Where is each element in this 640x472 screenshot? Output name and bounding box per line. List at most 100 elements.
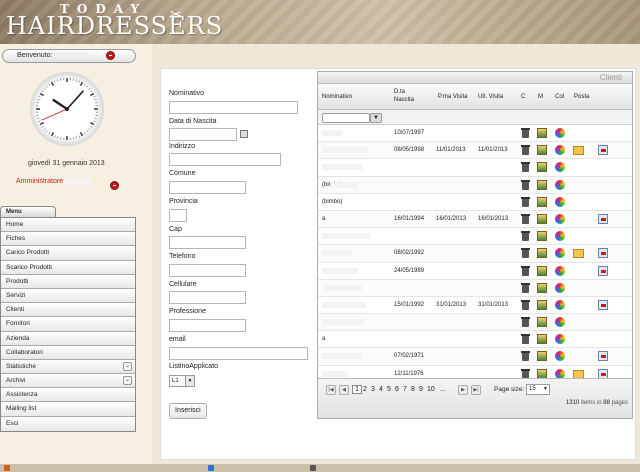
prev-page-icon[interactable]: ◀ [339, 385, 349, 395]
taskbar-app-icon[interactable] [208, 465, 214, 471]
trash-icon[interactable] [521, 282, 530, 293]
color-wheel-icon[interactable] [555, 351, 565, 362]
page-link[interactable]: 3 [371, 386, 375, 393]
sms-icon[interactable] [598, 351, 608, 362]
role-logout-icon[interactable] [110, 181, 119, 190]
table-row[interactable]: 10/07/1997 [318, 125, 632, 143]
color-wheel-icon[interactable] [555, 179, 565, 190]
menu-item-clienti[interactable]: Clienti [1, 303, 135, 318]
provincia-input[interactable] [169, 209, 187, 222]
page-link[interactable]: ... [440, 386, 446, 393]
mail-icon[interactable] [573, 249, 584, 259]
indirizzo-input[interactable] [169, 153, 281, 166]
menu-item-collaboratori[interactable]: Collaboratori [1, 345, 135, 360]
listino-select[interactable]: L1 ▼ [169, 375, 195, 387]
color-wheel-icon[interactable] [555, 128, 565, 138]
column-header[interactable]: Col [555, 93, 564, 101]
professione-input[interactable] [169, 319, 246, 332]
table-row[interactable]: (bimbo) [318, 194, 632, 211]
edit-icon[interactable] [537, 317, 547, 328]
column-header[interactable]: C [521, 93, 525, 101]
edit-icon[interactable] [537, 179, 547, 190]
edit-icon[interactable] [537, 145, 547, 156]
sms-icon[interactable] [598, 265, 608, 276]
trash-icon[interactable] [521, 299, 530, 310]
page-link[interactable]: 10 [427, 386, 435, 393]
column-header[interactable]: Ult. Visita [478, 93, 503, 101]
trash-icon[interactable] [521, 334, 530, 345]
chevron-down-icon[interactable]: ⌄ [123, 361, 132, 371]
trash-icon[interactable] [521, 162, 530, 173]
trash-icon[interactable] [521, 317, 530, 328]
chevron-down-icon[interactable]: ▼ [542, 385, 549, 394]
trash-icon[interactable] [521, 351, 530, 362]
edit-icon[interactable] [537, 128, 547, 138]
edit-icon[interactable] [537, 196, 547, 207]
chevron-down-icon[interactable]: ▼ [185, 376, 194, 386]
column-header[interactable]: P.ma Visita [438, 93, 467, 101]
mail-icon[interactable] [573, 146, 584, 156]
color-wheel-icon[interactable] [555, 334, 565, 345]
edit-icon[interactable] [537, 265, 547, 276]
color-wheel-icon[interactable] [555, 248, 565, 259]
page-link[interactable]: 2 [363, 386, 367, 393]
trash-icon[interactable] [521, 231, 530, 242]
edit-icon[interactable] [537, 351, 547, 362]
menu-item-scarico-prodotti[interactable]: Scarico Prodotti [1, 260, 135, 275]
page-link[interactable]: 6 [395, 386, 399, 393]
menu-item-home[interactable]: Home [1, 218, 135, 233]
edit-icon[interactable] [537, 299, 547, 310]
color-wheel-icon[interactable] [555, 162, 565, 173]
table-row[interactable]: (bimbo) [318, 176, 632, 194]
column-header[interactable]: M [538, 93, 543, 101]
menu-item-azienda[interactable]: Azienda [1, 331, 135, 346]
page-link[interactable]: 8 [411, 386, 415, 393]
color-wheel-icon[interactable] [555, 317, 565, 328]
edit-icon[interactable] [537, 213, 547, 224]
menu-tab[interactable]: Menu [0, 206, 56, 217]
comune-input[interactable] [169, 181, 246, 194]
color-wheel-icon[interactable] [555, 145, 565, 156]
edit-icon[interactable] [537, 248, 547, 259]
edit-icon[interactable] [537, 162, 547, 173]
telefono-input[interactable] [169, 264, 246, 277]
color-wheel-icon[interactable] [555, 282, 565, 293]
sms-icon[interactable] [598, 145, 608, 156]
email-input[interactable] [169, 347, 308, 360]
cap-input[interactable] [169, 236, 246, 249]
table-row[interactable]: a [318, 331, 632, 349]
table-row[interactable]: 08/05/1998 11/01/2013 11/01/2013 [318, 142, 632, 160]
trash-icon[interactable] [521, 128, 530, 138]
page-link[interactable]: 9 [419, 386, 423, 393]
column-header[interactable]: Nominativo [322, 93, 352, 101]
sms-icon[interactable] [598, 248, 608, 259]
nominativo-input[interactable] [169, 101, 298, 114]
menu-item-fiches[interactable]: Fiches [1, 232, 135, 247]
page-size-select[interactable]: 15 ▼ [526, 384, 550, 395]
next-page-icon[interactable]: ▶ [458, 385, 468, 395]
page-link[interactable]: 5 [387, 386, 391, 393]
sms-icon[interactable] [598, 299, 608, 310]
trash-icon[interactable] [521, 265, 530, 276]
data-nascita-input[interactable] [169, 128, 237, 141]
menu-item-esci[interactable]: Esci [1, 416, 135, 431]
sms-icon[interactable] [598, 213, 608, 224]
menu-item-prodotti[interactable]: Prodotti [1, 274, 135, 289]
trash-icon[interactable] [521, 179, 530, 190]
color-wheel-icon[interactable] [555, 299, 565, 310]
trash-icon[interactable] [521, 248, 530, 259]
menu-item-assistenza[interactable]: Assistenza [1, 388, 135, 403]
table-row[interactable] [318, 314, 632, 332]
edit-icon[interactable] [537, 282, 547, 293]
color-wheel-icon[interactable] [555, 196, 565, 207]
table-row[interactable] [318, 228, 632, 246]
page-link[interactable]: 1 [352, 385, 362, 394]
first-page-icon[interactable]: |◀ [326, 385, 336, 395]
inserisci-button[interactable]: Inserisci [169, 403, 207, 419]
table-row[interactable]: 08/02/1992 [318, 245, 632, 263]
column-header[interactable]: Posta [574, 93, 589, 101]
edit-icon[interactable] [537, 334, 547, 345]
filter-icon[interactable]: ▼ [370, 113, 382, 123]
last-page-icon[interactable]: ▶| [471, 385, 481, 395]
color-wheel-icon[interactable] [555, 265, 565, 276]
